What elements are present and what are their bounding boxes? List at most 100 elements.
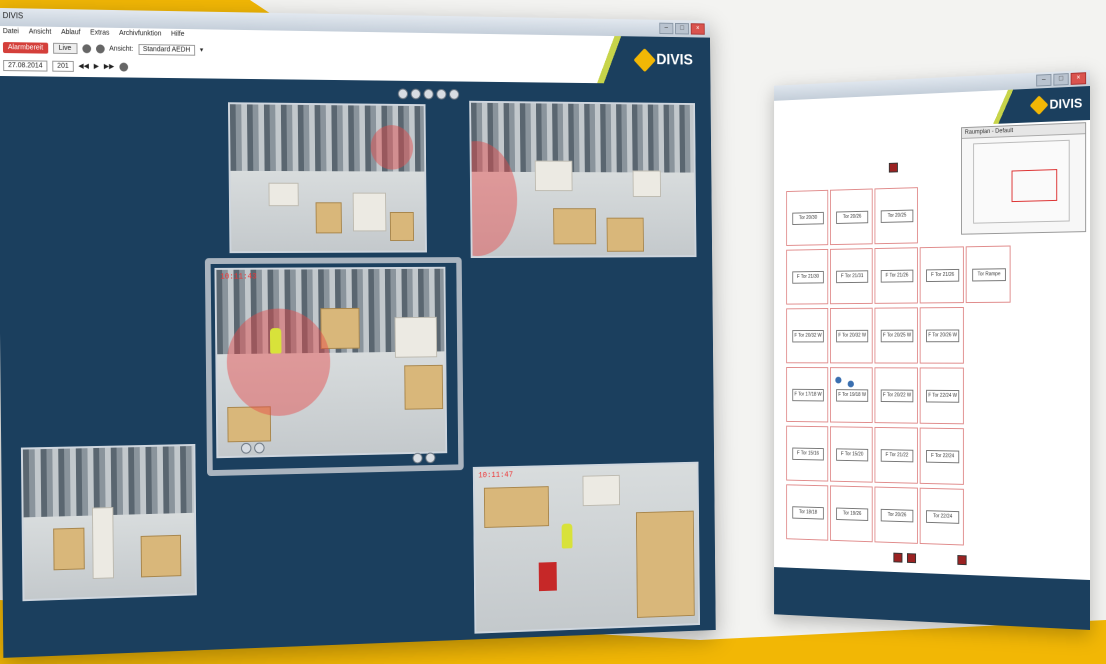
layout-button[interactable] [436, 88, 447, 100]
camera-icon[interactable] [835, 376, 842, 384]
cube-icon [633, 48, 657, 73]
camera-icon[interactable] [847, 380, 854, 388]
dock-cell[interactable]: Tor 19/26 [829, 485, 873, 543]
dock-cell[interactable]: F Tor 15/16 [786, 425, 829, 482]
dock-cell[interactable]: F Tor 20/22 W [874, 367, 918, 424]
dock-label: F Tor 21/30 [792, 270, 824, 284]
dock-label: Tor 22/24 [926, 510, 960, 524]
clock-icon[interactable] [119, 62, 128, 72]
dock-cell[interactable]: Tor 22/24 [919, 487, 964, 546]
dock-cell[interactable]: Tor 18/18 [786, 484, 829, 541]
rewind-icon[interactable]: ◀◀ [78, 62, 89, 70]
menu-item[interactable]: Datei [3, 26, 19, 38]
dock-label: F Tor 21/26 [926, 268, 960, 283]
dock-label: Tor 19/26 [836, 507, 869, 521]
playback-controls-right [412, 452, 436, 464]
maximize-button[interactable]: □ [675, 22, 690, 35]
window-title: DIVIS [2, 11, 24, 21]
layout-button[interactable] [397, 88, 409, 100]
playback-controls-left [240, 442, 265, 454]
dock-label: F Tor 22/24 W [926, 389, 960, 403]
alarm-ready-button[interactable]: Alarmbereit [2, 41, 49, 54]
dock-label: F Tor 20/32 W [792, 329, 824, 343]
play-icon[interactable]: ▶ [94, 62, 99, 70]
dock-cell[interactable]: F Tor 22/24 [919, 427, 964, 485]
dock-label: F Tor 21/22 [880, 449, 914, 463]
menu-item[interactable]: Ablauf [61, 27, 80, 39]
dock-label: Tor 20/25 [880, 209, 914, 223]
dock-cell[interactable]: F Tor 17/18 W [786, 367, 829, 423]
camera-view[interactable] [20, 443, 197, 602]
floor-plan[interactable]: Raumplan - Default Tor 20/30 Tor 20/26 Tor… [774, 120, 1090, 580]
dock-cell[interactable]: F Tor 21/26 [919, 246, 964, 304]
dock-label: Tor 18/18 [792, 506, 824, 520]
dock-label: F Tor 15/20 [836, 448, 869, 462]
dock-cell[interactable]: F Tor 20/26 W [919, 306, 964, 364]
alarm-marker[interactable] [888, 162, 898, 173]
dock-cell[interactable]: Tor 20/26 [829, 188, 873, 246]
minimap-viewport[interactable] [1011, 169, 1058, 203]
date-field[interactable]: 27.08.2014 [3, 59, 48, 72]
camera-view[interactable]: 10:11:43 [214, 266, 448, 459]
dock-label: F Tor 20/26 W [926, 329, 960, 343]
zoom-button[interactable] [425, 452, 436, 464]
dock-label: Tor 20/26 [836, 210, 869, 224]
dock-cell[interactable]: Tor Rampe [965, 245, 1011, 304]
pallet-truck [538, 562, 557, 592]
dock-label: F Tor 20/32 W [836, 329, 869, 343]
number-field[interactable]: 201 [52, 60, 74, 72]
next-button[interactable] [254, 442, 265, 454]
maximize-button[interactable]: □ [1053, 73, 1069, 86]
minimap-title: Raumplan - Default [961, 123, 1086, 139]
minimap[interactable]: Raumplan - Default [961, 122, 1087, 235]
menu-item[interactable]: Hilfe [171, 29, 185, 41]
minimize-button[interactable]: – [659, 22, 674, 35]
camera-icon[interactable] [95, 43, 105, 53]
prev-button[interactable] [240, 442, 252, 454]
dock-label: F Tor 22/24 [926, 449, 960, 464]
dock-cell[interactable]: F Tor 20/32 W [786, 308, 829, 364]
logo-text: DIVIS [656, 51, 693, 69]
camera-window: DIVIS – □ × Datei Ansicht Ablauf Extras Arch… [0, 7, 716, 658]
live-button[interactable]: Live [52, 42, 78, 54]
menu-item[interactable]: Ansicht [29, 26, 52, 38]
layout-button[interactable] [423, 88, 434, 100]
dock-cell[interactable]: F Tor 21/31 [829, 248, 873, 305]
dock-cell[interactable]: F Tor 20/25 W [874, 307, 918, 364]
dock-cell[interactable]: F Tor 15/20 [829, 426, 873, 483]
logo-text: DIVIS [1049, 95, 1083, 112]
divis-logo: DIVIS [1029, 94, 1083, 115]
worker [561, 523, 573, 549]
layout-button[interactable] [449, 89, 460, 100]
dock-cell[interactable]: Tor 20/30 [786, 189, 829, 246]
motion-zone [370, 124, 414, 170]
alarm-marker[interactable] [906, 553, 917, 564]
alarm-marker[interactable] [893, 552, 903, 563]
close-button[interactable]: × [690, 23, 705, 35]
dock-cell[interactable]: F Tor 21/30 [786, 248, 829, 305]
dock-cell[interactable]: F Tor 20/32 W [829, 307, 873, 364]
record-icon[interactable] [81, 43, 91, 53]
camera-view[interactable] [469, 100, 697, 259]
view-select[interactable]: Standard AEDH [138, 43, 196, 56]
alarm-marker[interactable] [957, 555, 967, 566]
camera-view[interactable] [227, 102, 427, 254]
dock-cell[interactable]: F Tor 19/18 W [829, 367, 873, 424]
dropdown-icon[interactable]: ▾ [200, 46, 203, 54]
minimap-plan [973, 139, 1070, 224]
camera-timestamp: 10:11:43 [220, 272, 257, 282]
dock-cell[interactable]: Tor 20/25 [874, 187, 918, 245]
dock-cell[interactable]: F Tor 21/22 [874, 426, 918, 484]
dock-cell[interactable]: F Tor 21/26 [874, 247, 918, 304]
dock-label: F Tor 19/18 W [836, 389, 869, 402]
dock-cell[interactable]: F Tor 22/24 W [919, 367, 964, 425]
dock-cell[interactable]: Tor 20/26 [874, 486, 918, 544]
camera-view[interactable]: 10:11:47 [472, 461, 701, 634]
forward-icon[interactable]: ▶▶ [104, 62, 115, 70]
layout-button[interactable] [410, 88, 421, 100]
close-button[interactable]: × [1070, 72, 1087, 85]
zoom-button[interactable] [412, 452, 423, 464]
minimize-button[interactable]: – [1036, 73, 1052, 87]
menu-item[interactable]: Archivfunktion [119, 28, 161, 41]
menu-item[interactable]: Extras [90, 27, 109, 39]
